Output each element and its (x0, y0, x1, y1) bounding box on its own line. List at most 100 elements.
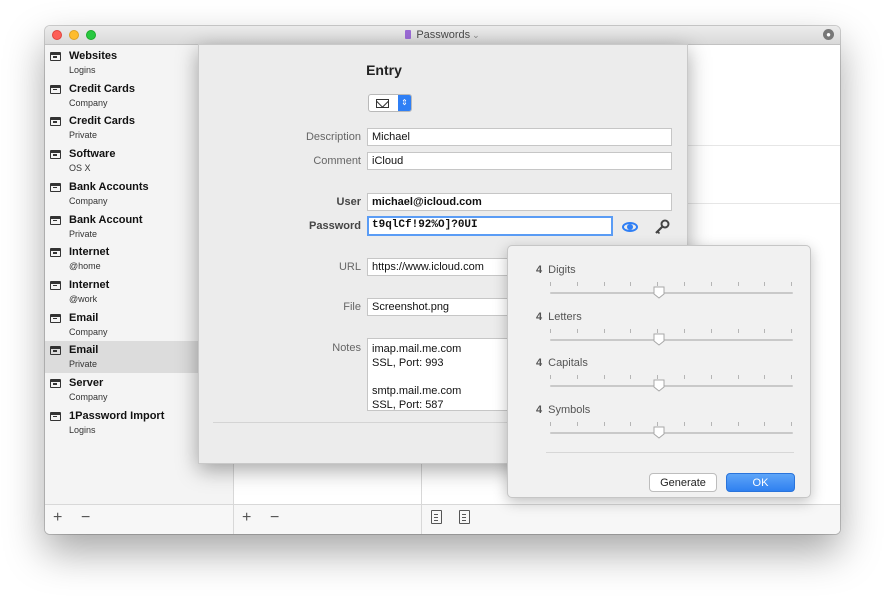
sidebar-item-subtitle: Private (69, 359, 98, 370)
document-icon (405, 30, 412, 39)
slider-tick (764, 328, 766, 333)
add-group-button[interactable]: + (53, 510, 62, 526)
archive-box-icon (50, 52, 61, 61)
sidebar-item-name: Software (69, 148, 116, 161)
sheet-title: Entry (366, 62, 402, 78)
slider-tick (737, 375, 739, 379)
slider-name: Symbols (548, 403, 591, 416)
remove-entry-button[interactable]: − (270, 510, 279, 526)
user-label: User (336, 196, 361, 208)
slider-tick (684, 375, 685, 379)
sidebar-item-name: Server (69, 377, 104, 389)
slider-label: 4 Letters (536, 311, 582, 323)
window-title-text: Passwords (416, 29, 471, 41)
slider-tick (603, 421, 605, 426)
remove-group-button[interactable]: − (81, 510, 90, 526)
sidebar-item-name: Internet (69, 246, 110, 259)
slider-count: 4 (536, 310, 543, 323)
sidebar-bottom-bar: + − (45, 504, 233, 534)
comment-field[interactable]: iCloud (367, 152, 672, 170)
sidebar-item-subtitle: Logins (69, 424, 96, 435)
slider-tick (764, 421, 766, 426)
slider-thumb[interactable] (653, 333, 665, 346)
slider-tick (550, 375, 551, 379)
sidebar-item-subtitle: Private (69, 130, 98, 141)
archive-box-icon (50, 150, 61, 160)
slider-track[interactable] (550, 338, 793, 341)
generate-button[interactable]: Generate (649, 473, 717, 492)
sidebar-item-subtitle: OS X (69, 163, 91, 174)
slider-tick (710, 375, 712, 379)
notes-line: imap.mail.me.com (372, 343, 462, 355)
add-entry-button[interactable]: + (242, 510, 251, 526)
file-label: File (343, 301, 361, 313)
archive-box-icon (50, 215, 61, 225)
comment-label: Comment (313, 155, 361, 167)
entry-type-popup[interactable]: ⇕ (368, 94, 412, 112)
slider-tick (550, 282, 551, 286)
slider-tick (764, 375, 766, 379)
slider-tick (684, 328, 685, 333)
slider-tick (603, 282, 605, 286)
window-title[interactable]: Passwords ⌄ (45, 29, 840, 41)
sidebar-item-subtitle: Company (69, 326, 108, 337)
clipboard-icon[interactable] (431, 510, 442, 524)
description-label: Description (305, 131, 361, 143)
slider-track[interactable] (550, 292, 793, 294)
archive-box-icon (50, 280, 61, 290)
slider-tick (630, 421, 632, 426)
slider-tick (710, 282, 712, 286)
sidebar-item-name: Email (69, 311, 99, 324)
notes-field[interactable]: imap.mail.me.com SSL, Port: 993 smtp.mai… (367, 338, 517, 411)
up-down-arrows-icon: ⇕ (398, 95, 411, 111)
notes-icon[interactable] (459, 510, 470, 524)
slider-tick (764, 282, 766, 286)
notes-line: SSL, Port: 993 (372, 357, 444, 369)
notes-line: SSL, Port: 587 (372, 399, 444, 411)
slider-tick (710, 421, 712, 426)
slider-count: 4 (536, 264, 543, 276)
notes-line (372, 370, 512, 384)
password-generator-popover: 4 Digits 4 Letters 4 Capitals 4 Symbols Generat… (507, 245, 811, 498)
url-label: URL (338, 261, 361, 273)
notes-line: smtp.mail.me.com (372, 385, 462, 397)
eye-icon[interactable] (621, 220, 639, 234)
slider-tick (630, 328, 632, 333)
slider-tick (791, 421, 793, 426)
slider-name: Digits (548, 264, 576, 276)
sidebar-item-name: Email (69, 344, 99, 357)
file-field[interactable]: Screenshot.png (367, 298, 517, 316)
slider-tick (603, 328, 605, 333)
sidebar-item-subtitle: Logins (69, 65, 96, 75)
detail-bottom-bar (422, 504, 840, 534)
sidebar-item-subtitle: Company (69, 97, 108, 108)
archive-box-icon (50, 84, 61, 94)
slider-track[interactable] (550, 431, 793, 434)
key-icon[interactable] (654, 219, 670, 235)
ok-button[interactable]: OK (726, 473, 795, 492)
sidebar-item-name: Websites (69, 50, 118, 62)
slider-thumb[interactable] (653, 426, 665, 439)
password-field[interactable]: t9qlCf!92%O]?0UI (367, 216, 613, 236)
sidebar-item-name: Credit Cards (69, 115, 136, 128)
user-field[interactable]: michael@icloud.com (367, 193, 672, 211)
lock-icon[interactable]: ● (823, 29, 834, 40)
slider-tick (710, 328, 712, 333)
description-field[interactable]: Michael (367, 128, 672, 146)
slider-tick (550, 421, 551, 426)
slider-thumb[interactable] (653, 379, 665, 392)
archive-box-icon (50, 411, 61, 421)
slider-tick (791, 328, 793, 333)
slider-thumb[interactable] (653, 286, 665, 299)
slider-tick (737, 282, 739, 286)
slider-track[interactable] (550, 385, 793, 387)
slider-tick (550, 328, 551, 333)
title-bar: Passwords ⌄ ● (45, 26, 840, 45)
sidebar-item-name: Bank Account (69, 213, 143, 226)
url-field[interactable]: https://www.icloud.com (367, 258, 517, 276)
slider-tick (576, 375, 578, 379)
slider-count: 4 (536, 403, 543, 416)
slider-tick (576, 421, 578, 426)
slider-tick (791, 282, 793, 286)
sidebar-item-subtitle: Private (69, 228, 98, 239)
